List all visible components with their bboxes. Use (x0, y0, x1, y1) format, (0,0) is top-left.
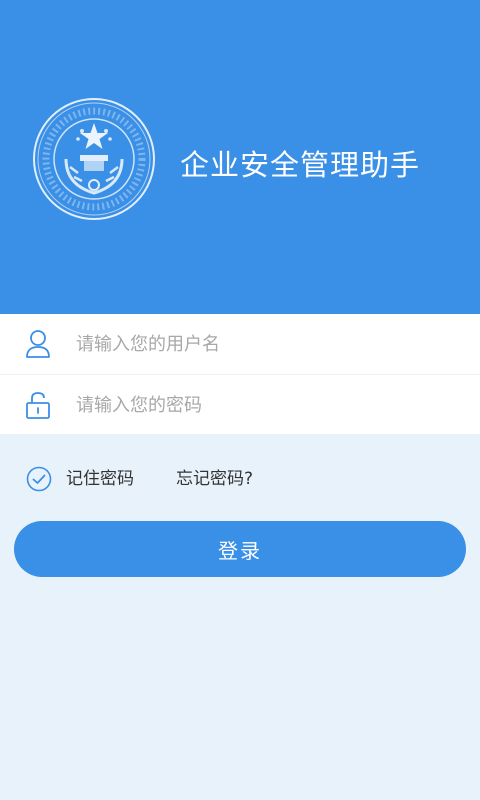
remember-password-label[interactable]: 记住密码 (66, 467, 134, 491)
username-field[interactable] (0, 314, 480, 374)
forgot-password-link[interactable]: 忘记密码? (176, 467, 253, 491)
password-field[interactable] (0, 374, 480, 434)
username-input[interactable] (76, 324, 456, 364)
password-input[interactable] (76, 385, 456, 425)
national-emblem-seal-icon (33, 98, 155, 220)
app-header: 企业安全管理助手 (0, 0, 480, 314)
lock-icon (26, 392, 50, 419)
app-title: 企业安全管理助手 (180, 148, 421, 182)
login-options: 记住密码 忘记密码? (0, 458, 480, 498)
user-icon (26, 330, 50, 358)
login-button[interactable]: 登录 (14, 521, 466, 577)
check-circle-icon[interactable] (26, 466, 52, 492)
login-form (0, 314, 480, 434)
